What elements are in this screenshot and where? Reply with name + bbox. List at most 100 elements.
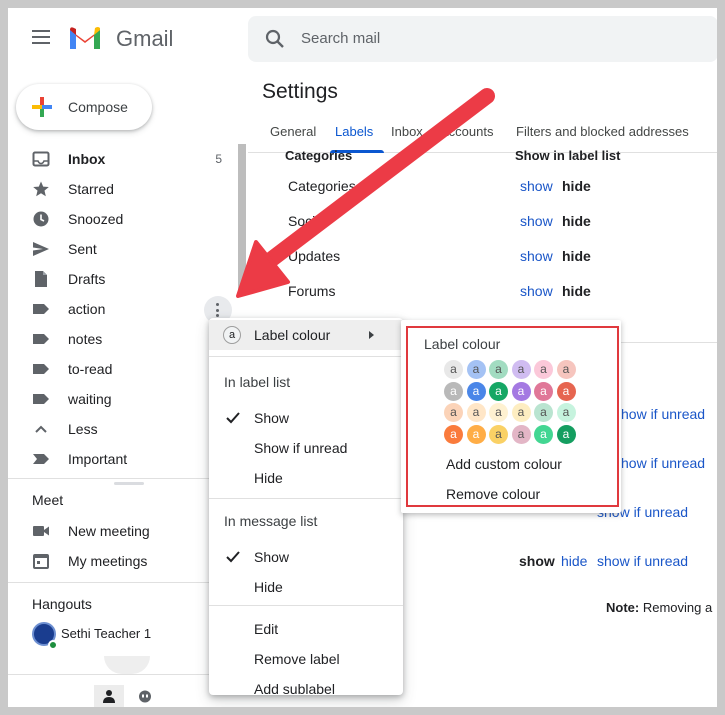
- category-row: Updates show hide: [286, 248, 716, 278]
- menu-item-label: Hide: [254, 579, 283, 595]
- sidebar-item-label: Drafts: [68, 271, 106, 287]
- menu-item-label: Show: [254, 410, 290, 426]
- label-icon: [33, 394, 49, 404]
- show-link[interactable]: show: [520, 213, 553, 229]
- search-input[interactable]: Search mail: [301, 30, 380, 47]
- menu-divider: [209, 605, 403, 606]
- sidebar-scrollbar[interactable]: [238, 144, 246, 292]
- plus-icon: [32, 97, 52, 117]
- hide-link[interactable]: hide: [562, 248, 591, 264]
- sidebar-item-starred[interactable]: Starred: [8, 174, 238, 204]
- sidebar-item-label: Snoozed: [68, 211, 124, 227]
- check-icon: [226, 551, 240, 563]
- category-row: Categories show hide: [286, 178, 716, 208]
- menu-item-show[interactable]: Show: [209, 403, 403, 433]
- hide-link[interactable]: hide: [562, 213, 591, 229]
- menu-item-edit[interactable]: Edit: [209, 614, 403, 644]
- menu-item-label: Show: [254, 549, 290, 565]
- contacts-tab[interactable]: [94, 685, 124, 707]
- note-text: Note: Removing a: [606, 600, 712, 615]
- main-menu-icon[interactable]: [32, 30, 50, 44]
- meet-new-meeting[interactable]: New meeting: [8, 516, 238, 546]
- show-link[interactable]: show: [520, 283, 553, 299]
- online-status-dot: [48, 640, 58, 650]
- menu-item-show-if-unread[interactable]: Show if unread: [209, 433, 403, 463]
- search-icon[interactable]: [264, 28, 286, 50]
- gmail-window: Gmail Search mail Compose Inbox 5 Starre…: [8, 8, 717, 707]
- sidebar-item-label: Less: [68, 421, 98, 437]
- note-body: Removing a: [642, 600, 713, 615]
- tab-filters[interactable]: Filters and blocked addresses: [516, 124, 689, 139]
- submenu-arrow-icon: [369, 331, 374, 339]
- sidebar-item-notes[interactable]: notes: [8, 324, 238, 354]
- category-row: Forums show hide: [286, 283, 716, 313]
- sidebar-item-label: to-read: [68, 361, 113, 377]
- sidebar-item-drafts[interactable]: Drafts: [8, 264, 238, 294]
- show-link[interactable]: show: [519, 553, 555, 569]
- category-name: Categories: [288, 178, 356, 194]
- person-icon: [103, 690, 115, 703]
- show-if-unread-link[interactable]: show if unread: [597, 553, 688, 569]
- page-title: Settings: [262, 80, 338, 103]
- hangouts-bubble: [104, 656, 150, 674]
- tab-accounts[interactable]: Accounts: [440, 124, 493, 139]
- menu-item-label-colour[interactable]: a Label colour: [209, 320, 403, 350]
- compose-button[interactable]: Compose: [16, 84, 152, 130]
- sidebar-item-inbox[interactable]: Inbox 5: [8, 144, 238, 174]
- menu-item-label: Remove label: [254, 651, 340, 667]
- check-icon: [226, 412, 240, 424]
- show-if-unread-link[interactable]: show if unread: [614, 406, 705, 422]
- label-colour-chip: a: [223, 326, 241, 344]
- highlight-outline: [406, 326, 619, 507]
- menu-divider: [209, 498, 403, 499]
- show-link[interactable]: show: [520, 178, 553, 194]
- sidebar-item-label: New meeting: [68, 523, 150, 539]
- hide-link[interactable]: hide: [562, 283, 591, 299]
- star-icon: [33, 181, 49, 197]
- show-if-unread-link[interactable]: show if unread: [614, 455, 705, 471]
- note-label: Note:: [606, 600, 640, 615]
- sidebar-item-label: notes: [68, 331, 103, 347]
- sidebar-item-to-read[interactable]: to-read: [8, 354, 238, 384]
- video-icon: [33, 526, 49, 536]
- hide-link[interactable]: hide: [561, 553, 587, 569]
- menu-item-message-show[interactable]: Show: [209, 542, 403, 572]
- meet-my-meetings[interactable]: My meetings: [8, 546, 238, 576]
- tab-inbox[interactable]: Inbox: [391, 124, 423, 139]
- sidebar-item-label: action: [68, 301, 106, 317]
- hangouts-user-name[interactable]: Sethi Teacher 1: [61, 626, 151, 641]
- send-icon: [33, 242, 49, 256]
- sidebar-resize-handle[interactable]: [114, 482, 144, 485]
- hangouts-section-title: Hangouts: [32, 596, 92, 612]
- sidebar-item-sent[interactable]: Sent: [8, 234, 238, 264]
- sidebar-item-label: Inbox: [68, 151, 106, 167]
- sidebar-item-snoozed[interactable]: Snoozed: [8, 204, 238, 234]
- menu-item-label: Add sublabel: [254, 681, 335, 697]
- inbox-unread-count: 5: [215, 152, 222, 166]
- compose-label: Compose: [68, 99, 128, 115]
- menu-item-remove-label[interactable]: Remove label: [209, 644, 403, 674]
- gmail-brand: Gmail: [116, 26, 174, 51]
- sidebar-item-label: waiting: [68, 391, 112, 407]
- label-icon: [33, 334, 49, 344]
- show-in-label-list-header: Show in label list: [515, 148, 621, 163]
- show-link[interactable]: show: [520, 248, 553, 264]
- hide-link[interactable]: hide: [562, 178, 591, 194]
- sidebar-item-important[interactable]: Important: [8, 444, 238, 474]
- label-icon: [33, 304, 49, 314]
- menu-item-message-hide[interactable]: Hide: [209, 572, 403, 602]
- tab-general[interactable]: General: [270, 124, 316, 139]
- tab-labels[interactable]: Labels: [335, 124, 373, 139]
- clock-icon: [33, 211, 49, 227]
- hangouts-chat-icon[interactable]: [138, 690, 152, 704]
- meet-section-title: Meet: [32, 492, 64, 508]
- menu-item-label: Edit: [254, 621, 279, 637]
- sidebar-item-waiting[interactable]: waiting: [8, 384, 238, 414]
- sidebar-item-label: Sent: [68, 241, 97, 257]
- menu-item-label: Hide: [254, 470, 283, 486]
- search-bar[interactable]: Search mail: [248, 16, 717, 62]
- label-icon: [33, 364, 49, 374]
- menu-item-hide[interactable]: Hide: [209, 463, 403, 493]
- menu-item-add-sublabel[interactable]: Add sublabel: [209, 674, 403, 704]
- sidebar-item-less[interactable]: Less: [8, 414, 238, 444]
